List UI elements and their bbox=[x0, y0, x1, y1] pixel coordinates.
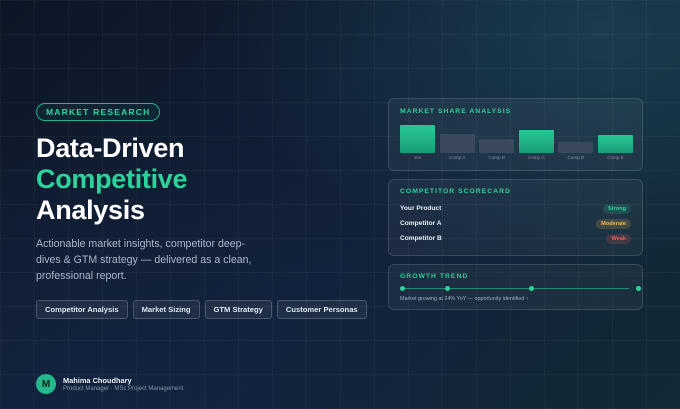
rating-badge: Strong bbox=[602, 203, 631, 214]
scorecard-row: Competitor B Weak bbox=[400, 231, 631, 246]
bar-label: Comp D bbox=[567, 155, 585, 160]
growth-trend-title: GROWTH TREND bbox=[400, 273, 469, 280]
trend-dot bbox=[400, 286, 405, 291]
market-share-bar bbox=[439, 133, 475, 153]
scorecard-row-name: Competitor A bbox=[400, 220, 442, 227]
title-line-3: Analysis bbox=[36, 195, 145, 225]
market-share-bar bbox=[400, 125, 435, 153]
trend-line bbox=[402, 288, 629, 290]
trend-dot bbox=[445, 286, 450, 291]
scorecard-row-name: Your Product bbox=[400, 205, 442, 212]
scorecard-title: COMPETITOR SCORECARD bbox=[400, 188, 511, 195]
market-share-labels: You Comp A Comp B Comp C Comp D Comp E bbox=[400, 155, 631, 163]
bar-label: Comp A bbox=[448, 155, 466, 160]
market-share-bar bbox=[598, 134, 633, 153]
market-share-bar bbox=[479, 139, 515, 153]
chip-market-sizing[interactable]: Market Sizing bbox=[132, 300, 200, 319]
market-research-tag: MARKET RESEARCH bbox=[36, 103, 161, 121]
rating-badge: Moderate bbox=[596, 218, 631, 229]
avatar: M bbox=[36, 374, 56, 394]
chip-customer-personas[interactable]: Customer Personas bbox=[276, 300, 367, 319]
chip-gtm-strategy[interactable]: GTM Strategy bbox=[204, 300, 272, 319]
market-share-title: MARKET SHARE ANALYSIS bbox=[400, 108, 512, 115]
growth-trend-line bbox=[400, 283, 641, 295]
bar-label: You bbox=[413, 155, 422, 160]
trend-dot bbox=[636, 286, 641, 291]
author-role: Product Manager · MSc Project Management bbox=[63, 386, 184, 392]
author-name: Mahima Choudhary bbox=[63, 376, 132, 385]
scorecard-row: Competitor A Moderate bbox=[400, 216, 631, 231]
service-chips: Competitor Analysis Market Sizing GTM St… bbox=[36, 300, 367, 319]
author-info: M Mahima Choudhary Product Manager · MSc… bbox=[36, 374, 183, 394]
bar-label: Comp C bbox=[527, 155, 545, 160]
market-share-bar bbox=[518, 130, 554, 153]
hero-description: Actionable market insights, competitor d… bbox=[36, 238, 252, 282]
scorecard-row: Your Product Strong bbox=[400, 201, 631, 216]
growth-trend-card: GROWTH TREND Market growing at 24% YoY —… bbox=[388, 264, 643, 310]
title-line-2: Competitive bbox=[36, 164, 188, 194]
chip-competitor-analysis[interactable]: Competitor Analysis bbox=[36, 300, 128, 319]
scorecard-card: COMPETITOR SCORECARD Your Product Strong… bbox=[388, 179, 643, 256]
market-share-card: MARKET SHARE ANALYSIS You Comp A Comp B Com… bbox=[388, 98, 643, 171]
page-title: Data-Driven Competitive Analysis bbox=[36, 133, 366, 226]
market-share-bars bbox=[400, 123, 633, 153]
market-share-bar bbox=[558, 142, 594, 153]
growth-trend-text: Market growing at 24% YoY — opportunity … bbox=[400, 296, 529, 302]
scorecard-row-name: Competitor B bbox=[400, 235, 442, 242]
hero-section: MARKET RESEARCH Data-Driven Competitive … bbox=[36, 102, 367, 319]
trend-dot bbox=[529, 286, 534, 291]
title-line-1: Data-Driven bbox=[36, 133, 185, 163]
bar-label: Comp B bbox=[488, 155, 505, 160]
bar-label: Comp E bbox=[607, 155, 624, 160]
rating-badge: Weak bbox=[606, 233, 631, 244]
